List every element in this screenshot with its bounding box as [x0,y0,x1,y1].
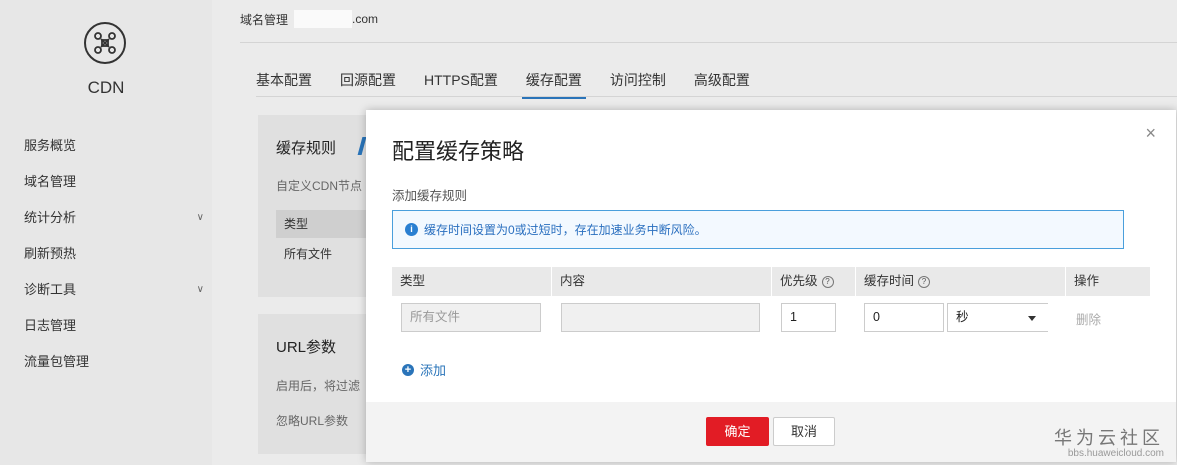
column-header-content: 内容 [552,267,772,296]
cancel-button[interactable]: 取消 [773,417,835,446]
domain-redaction [294,10,353,28]
caret-down-icon [1028,316,1036,321]
column-header-priority: 优先级? [772,267,856,296]
info-text: 缓存时间设置为0或过短时，存在加速业务中断风险。 [424,223,707,237]
sidebar-item-label: 刷新预热 [24,246,77,261]
time-unit-value: 秒 [956,310,969,324]
breadcrumb: 域名管理 .com [240,10,378,28]
dialog-title: 配置缓存策略 [392,139,525,164]
watermark: 华为云社区 bbs.huaweicloud.com [1054,424,1164,459]
help-icon[interactable]: ? [918,275,931,288]
tab-origin[interactable]: 回源配置 [340,60,396,98]
sidebar-item-label: 服务概览 [24,138,77,153]
divider [240,42,1177,43]
priority-input[interactable]: 1 [781,303,836,332]
cdn-logo-icon [84,22,126,64]
watermark-url: bbs.huaweicloud.com [1067,448,1164,459]
sidebar-nav: 服务概览 域名管理 统计分析 ∨ 刷新预热 诊断工具 ∨ 日志管理 流量包管理 [0,128,212,380]
sidebar: CDN 服务概览 域名管理 统计分析 ∨ 刷新预热 诊断工具 ∨ 日志管理 流量包管… [0,0,212,465]
sidebar-item-label: 日志管理 [24,318,77,333]
content-input[interactable] [561,303,760,332]
card-title: URL参数 [276,339,337,356]
tab-cache[interactable]: 缓存配置 [521,60,586,99]
field-label: 忽略URL参数 [276,414,349,428]
sidebar-item-traffic-packages[interactable]: 流量包管理 [0,344,212,380]
time-unit-select[interactable]: 秒 [947,303,1048,332]
plus-circle-icon: + [402,363,414,376]
card-title: 缓存规则 [276,140,337,157]
watermark-title: 华为云社区 [1054,428,1164,448]
chevron-down-icon: ∨ [196,284,204,295]
table-row: 所有文件 [284,247,333,261]
help-icon[interactable]: ? [821,275,834,288]
tab-basic[interactable]: 基本配置 [256,60,312,98]
tab-advanced[interactable]: 高级配置 [694,60,750,98]
sidebar-item-label: 流量包管理 [24,354,90,369]
rules-table-header: 类型 内容 优先级? 缓存时间? 操作 [392,267,1150,296]
tab-access-control[interactable]: 访问控制 [610,60,666,98]
sidebar-item-statistics[interactable]: 统计分析 ∨ [0,200,212,236]
cache-time-input[interactable]: 0 [864,303,944,332]
tab-bar: 基本配置 回源配置 HTTPS配置 缓存配置 访问控制 高级配置 [256,60,778,99]
cache-policy-dialog: × 配置缓存策略 添加缓存规则 i 缓存时间设置为0或过短时，存在加速业务中断风… [366,110,1176,462]
type-select[interactable]: 所有文件 [401,303,541,332]
info-icon: i [405,223,418,236]
sidebar-item-label: 域名管理 [24,174,77,189]
sidebar-item-label: 统计分析 [24,210,77,225]
sidebar-item-diagnostics[interactable]: 诊断工具 ∨ [0,272,212,308]
close-icon[interactable]: × [1145,124,1156,142]
sidebar-item-domains[interactable]: 域名管理 [0,164,212,200]
sidebar-item-logs[interactable]: 日志管理 [0,308,212,344]
product-name: CDN [87,78,125,97]
divider [256,96,1177,97]
add-rule-button[interactable]: + 添加 [402,360,446,379]
card-desc: 启用后，将过滤 [276,379,361,393]
column-header-type: 类型 [392,267,552,296]
sidebar-item-refresh-preheat[interactable]: 刷新预热 [0,236,212,272]
card-desc: 自定义CDN节点 [276,179,362,193]
breadcrumb-section[interactable]: 域名管理 [240,11,288,28]
sidebar-item-label: 诊断工具 [24,282,77,297]
column-header-cache-time: 缓存时间? [856,267,1066,296]
delete-link[interactable]: 删除 [1076,309,1101,328]
add-label: 添加 [420,363,447,378]
section-subtitle: 添加缓存规则 [392,189,468,203]
tab-https[interactable]: HTTPS配置 [424,60,498,98]
chevron-down-icon: ∨ [196,212,204,223]
info-alert: i 缓存时间设置为0或过短时，存在加速业务中断风险。 [392,210,1124,249]
sidebar-item-overview[interactable]: 服务概览 [0,128,212,164]
breadcrumb-domain: .com [352,12,379,26]
confirm-button[interactable]: 确定 [706,417,769,446]
column-header-action: 操作 [1074,274,1100,288]
